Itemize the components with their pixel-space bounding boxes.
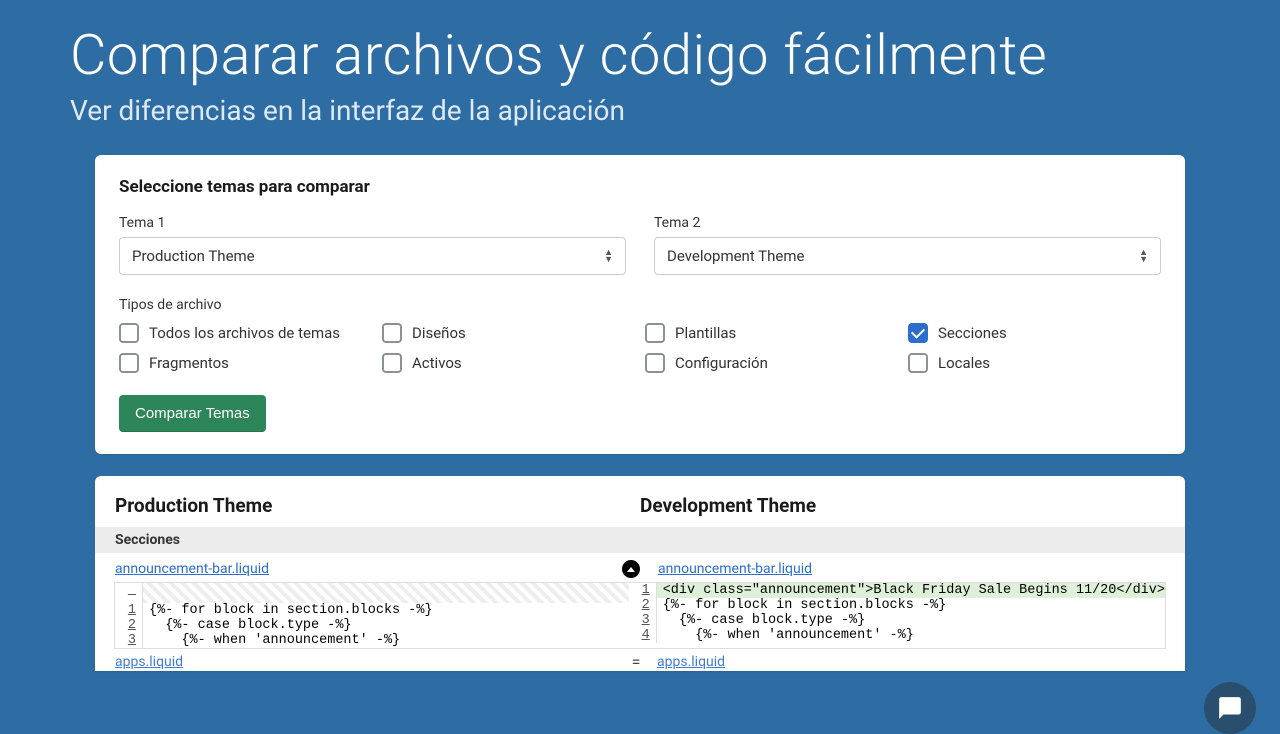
theme1-value: Production Theme (132, 247, 255, 265)
select-caret-icon: ▲▼ (604, 250, 613, 263)
theme1-label: Tema 1 (119, 215, 626, 231)
code-line: {%- for block in section.blocks -%} (657, 598, 1165, 613)
hero-subtitle: Ver diferencias en la interfaz de la apl… (70, 94, 1210, 127)
results-section-bar: Secciones (95, 527, 1185, 553)
checkbox-icon (908, 353, 928, 373)
code-line: {%- for block in section.blocks -%} (143, 603, 629, 618)
code-line-added: <div class="announcement">Black Friday S… (657, 583, 1165, 598)
diff-right-column: 1<div class="announcement">Black Friday … (629, 583, 1165, 648)
theme2-label: Tema 2 (654, 215, 1161, 231)
code-line: {%- when 'announcement' -%} (657, 628, 1165, 643)
file-link-left[interactable]: apps.liquid (115, 654, 183, 670)
checkbox-icon (908, 323, 928, 343)
equality-marker: = (623, 652, 649, 671)
checkbox-disenos[interactable]: Diseños (382, 323, 635, 343)
file-row: announcement-bar.liquid announcement-bar… (115, 553, 1165, 582)
results-panel: Production Theme Development Theme Secci… (95, 476, 1185, 671)
theme1-select[interactable]: Production Theme ▲▼ (119, 237, 626, 275)
compare-button[interactable]: Comparar Temas (119, 395, 266, 432)
theme2-value: Development Theme (667, 247, 804, 265)
hero-title: Comparar archivos y código fácilmente (70, 22, 1210, 88)
chat-widget-button[interactable] (1204, 682, 1256, 734)
file-row: apps.liquid = apps.liquid (115, 649, 1165, 671)
checkbox-configuracion[interactable]: Configuración (645, 353, 898, 373)
diff-left-column: 1{%- for block in section.blocks -%} 2 {… (115, 583, 629, 648)
chat-icon (1217, 695, 1243, 721)
results-left-title: Production Theme (115, 494, 640, 527)
checkbox-icon (645, 353, 665, 373)
checkbox-locales[interactable]: Locales (908, 353, 1161, 373)
checkbox-fragmentos[interactable]: Fragmentos (119, 353, 372, 373)
file-link-left[interactable]: announcement-bar.liquid (115, 561, 269, 577)
results-right-title: Development Theme (640, 494, 1165, 527)
checkbox-secciones[interactable]: Secciones (908, 323, 1161, 343)
form-title: Seleccione temas para comparar (119, 177, 1161, 197)
code-line: {%- case block.type -%} (657, 613, 1165, 628)
select-caret-icon: ▲▼ (1139, 250, 1148, 263)
file-link-right[interactable]: announcement-bar.liquid (658, 561, 812, 577)
filetypes-label: Tipos de archivo (119, 297, 1161, 313)
code-line: {%- case block.type -%} (143, 618, 629, 633)
checkbox-icon (119, 323, 139, 343)
hero-banner: Comparar archivos y código fácilmente Ve… (0, 0, 1280, 137)
compare-form-panel: Seleccione temas para comparar Tema 1 Pr… (95, 155, 1185, 454)
diff-view: 1{%- for block in section.blocks -%} 2 {… (114, 582, 1166, 649)
checkbox-all-theme-files[interactable]: Todos los archivos de temas (119, 323, 372, 343)
theme2-select[interactable]: Development Theme ▲▼ (654, 237, 1161, 275)
checkbox-activos[interactable]: Activos (382, 353, 635, 373)
collapse-icon[interactable] (622, 560, 640, 578)
checkbox-icon (382, 353, 402, 373)
checkbox-plantillas[interactable]: Plantillas (645, 323, 898, 343)
code-line: {%- when 'announcement' -%} (143, 633, 629, 648)
checkbox-icon (645, 323, 665, 343)
checkbox-icon (382, 323, 402, 343)
file-link-right[interactable]: apps.liquid (657, 654, 725, 670)
checkbox-icon (119, 353, 139, 373)
